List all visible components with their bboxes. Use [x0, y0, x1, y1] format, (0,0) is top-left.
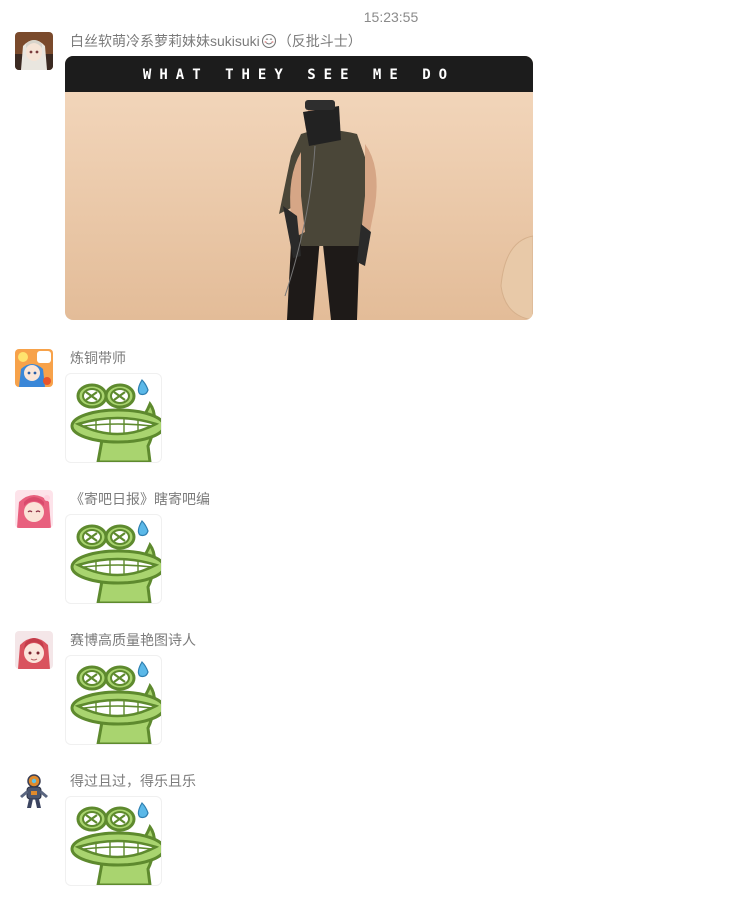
sender-avatar[interactable] [15, 631, 53, 669]
sender-name: 白丝软萌冷系萝莉妹妹sukisuki （反批斗士） [70, 32, 362, 50]
sender-name-text: 白丝软萌冷系萝莉妹妹sukisuki [70, 33, 260, 49]
sender-avatar[interactable] [15, 490, 53, 528]
sender-name: 炼铜带师 [70, 350, 126, 366]
sender-name: 赛博高质量艳图诗人 [70, 632, 196, 648]
frog-grimace-sweat-sticker [70, 802, 161, 885]
sticker-message[interactable] [65, 796, 162, 886]
smiling-face-emoji-icon [261, 33, 276, 49]
chat-window: 15:23:55 白丝软萌冷系萝莉妹妹sukisuki （反批斗士） WHAT … [0, 0, 729, 906]
message-timestamp: 15:23:55 [363, 9, 419, 25]
frog-grimace-sweat-sticker [70, 520, 161, 603]
robot-character-avatar [15, 772, 53, 810]
sender-name-suffix: （反批斗士） [277, 33, 362, 49]
frog-grimace-sweat-sticker [70, 379, 161, 462]
anime-girl-pink-hair-avatar [15, 490, 53, 528]
gif-message[interactable]: WHAT THEY SEE ME DO [65, 56, 533, 320]
gif-caption: WHAT THEY SEE ME DO [142, 67, 456, 83]
sticker-message[interactable] [65, 655, 162, 745]
vr-headset-man-gif-image [65, 56, 533, 320]
sticker-message[interactable] [65, 514, 162, 604]
sender-name: 《寄吧日报》瞎寄吧编 [70, 491, 210, 507]
sender-avatar[interactable] [15, 349, 53, 387]
sender-avatar[interactable] [15, 772, 53, 810]
frog-grimace-sweat-sticker [70, 661, 161, 744]
anime-girl-red-hair-avatar [15, 631, 53, 669]
sticker-message[interactable] [65, 373, 162, 463]
anime-girl-blue-hair-avatar [15, 349, 53, 387]
sender-avatar[interactable] [15, 32, 53, 70]
anime-girl-white-hair-avatar [15, 32, 53, 70]
sender-name: 得过且过，得乐且乐 [70, 773, 196, 789]
